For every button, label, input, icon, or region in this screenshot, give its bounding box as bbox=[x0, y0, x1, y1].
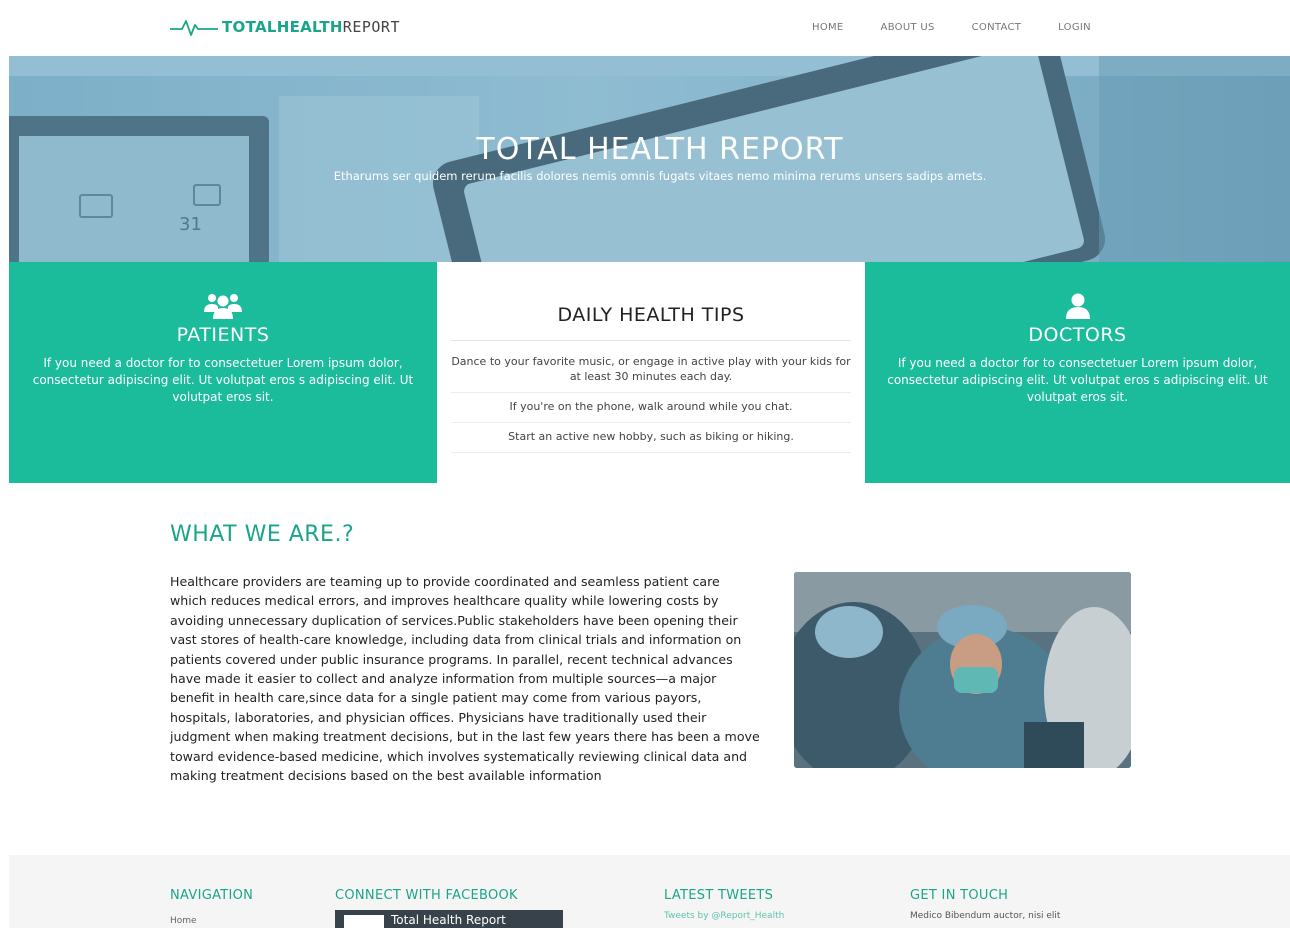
footer-facebook-title: CONNECT WITH FACEBOOK bbox=[335, 888, 518, 903]
users-icon bbox=[9, 292, 437, 322]
surgeons-photo bbox=[794, 572, 1131, 768]
facebook-page-avatar bbox=[344, 915, 384, 928]
nav-login[interactable]: LOGIN bbox=[1058, 22, 1091, 33]
logo-text-light: REPORT bbox=[342, 18, 400, 36]
doctors-panel: DOCTORS If you need a doctor for to cons… bbox=[865, 262, 1290, 483]
about-title: WHAT WE ARE.? bbox=[170, 522, 355, 547]
site-logo[interactable]: TOTALHEALTH REPORT bbox=[170, 17, 400, 37]
tips-title: DAILY HEALTH TIPS bbox=[557, 304, 745, 326]
site-header: TOTALHEALTH REPORT HOME ABOUT US CONTACT… bbox=[0, 0, 1290, 56]
footer-navigation-title: NAVIGATION bbox=[170, 888, 254, 903]
doctors-title: DOCTORS bbox=[1028, 324, 1127, 346]
doctors-text: If you need a doctor for to consectetuer… bbox=[887, 356, 1268, 404]
patients-panel: PATIENTS If you need a doctor for to con… bbox=[9, 262, 437, 483]
tip-item: Start an active new hobby, such as bikin… bbox=[451, 423, 851, 453]
tweets-byline-link[interactable]: Tweets by @Report_Health bbox=[664, 911, 784, 921]
tip-item: If you're on the phone, walk around whil… bbox=[451, 393, 851, 423]
heartbeat-icon bbox=[170, 20, 218, 36]
tip-item: Dance to your favorite music, or engage … bbox=[451, 341, 851, 393]
daily-tips-panel: DAILY HEALTH TIPS Dance to your favorite… bbox=[437, 262, 865, 483]
user-icon bbox=[865, 292, 1290, 322]
hero-title: TOTAL HEALTH REPORT bbox=[476, 132, 844, 167]
nav-home[interactable]: HOME bbox=[812, 22, 844, 33]
main-nav: HOME ABOUT US CONTACT LOGIN bbox=[812, 22, 1128, 33]
nav-about-us[interactable]: ABOUT US bbox=[881, 22, 935, 33]
patients-text: If you need a doctor for to consectetuer… bbox=[32, 356, 414, 404]
patients-title: PATIENTS bbox=[176, 324, 270, 346]
nav-contact[interactable]: CONTACT bbox=[972, 22, 1022, 33]
hero-banner: 31 TOTAL HEALTH REPORT Etharums ser quid… bbox=[9, 56, 1290, 262]
logo-text-strong: TOTALHEALTH bbox=[222, 18, 343, 36]
footer-contact-title: GET IN TOUCH bbox=[910, 888, 1009, 903]
hero-subtitle: Etharums ser quidem rerum facilis dolore… bbox=[333, 169, 987, 183]
contact-text: Medico Bibendum auctor, nisi elit bbox=[910, 911, 1061, 921]
footer-link-home[interactable]: Home bbox=[170, 916, 197, 926]
footer-tweets-title: LATEST TWEETS bbox=[664, 888, 774, 903]
facebook-page-name[interactable]: Total Health Report bbox=[391, 913, 506, 927]
about-body: Healthcare providers are teaming up to p… bbox=[170, 574, 760, 784]
